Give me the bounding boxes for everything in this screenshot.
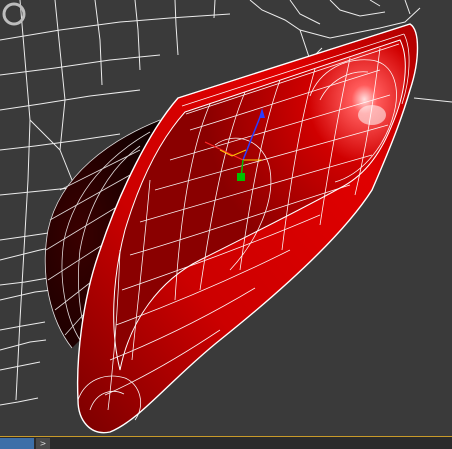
timeline-bar: > bbox=[0, 436, 452, 449]
viewport-canvas[interactable] bbox=[0, 0, 452, 436]
timeline-slider[interactable] bbox=[0, 438, 34, 449]
perspective-viewport[interactable] bbox=[0, 0, 452, 436]
cradle-object[interactable] bbox=[76, 23, 419, 434]
chevron-right-icon[interactable]: > bbox=[36, 438, 50, 449]
viewcube-ring-icon[interactable] bbox=[0, 0, 28, 28]
specular-highlight bbox=[358, 105, 386, 125]
